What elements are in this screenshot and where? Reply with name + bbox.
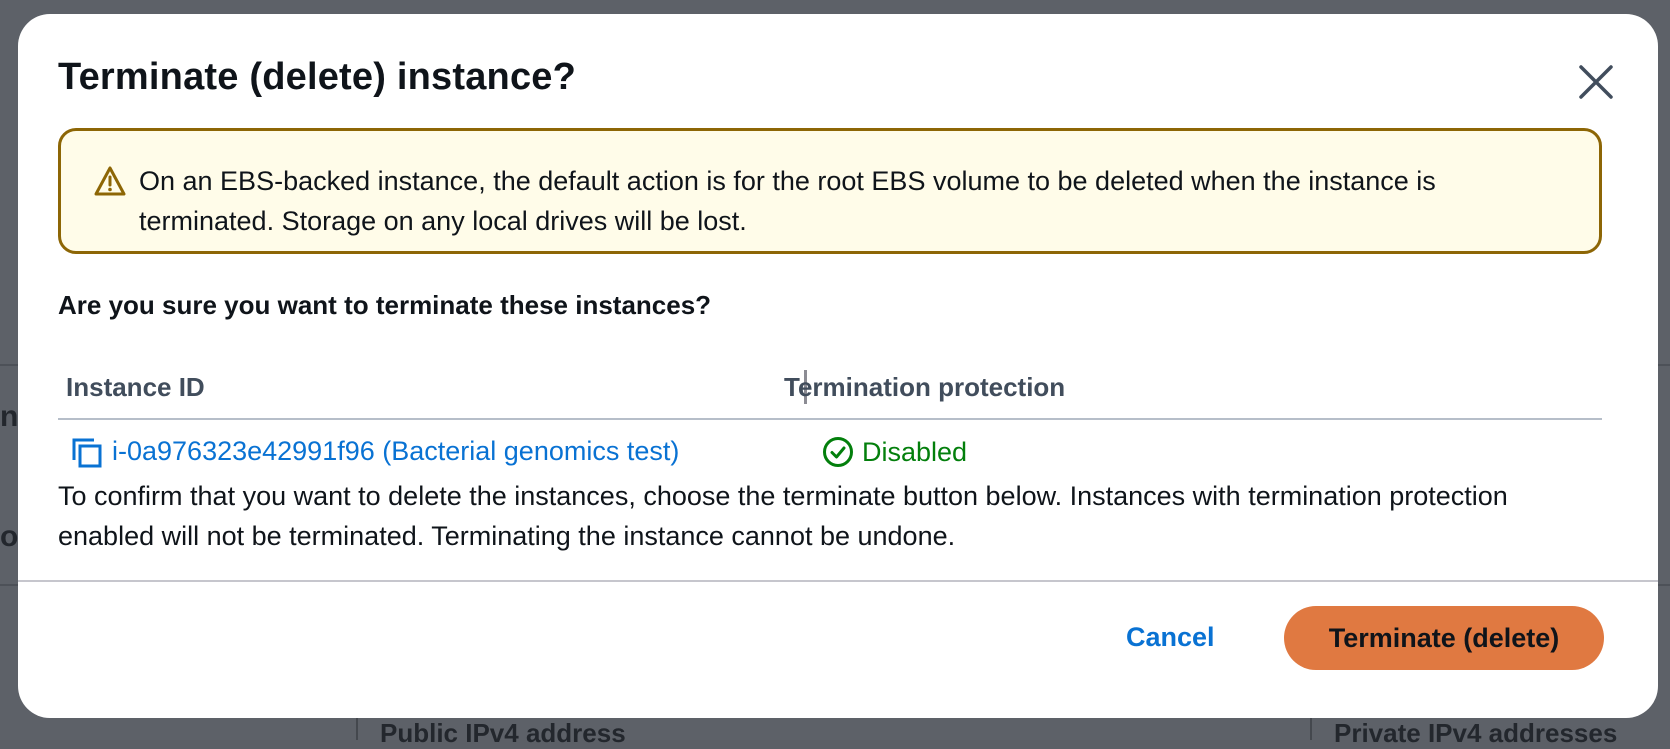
background-text-fragment: n [0,400,19,433]
table-row: i-0a976323e42991f96 (Bacterial genomics … [58,420,1602,480]
status-text: Disabled [862,436,968,467]
warning-icon [94,166,126,196]
warning-text: On an EBS-backed instance, the default a… [139,166,1436,236]
column-header-instance-id: Instance ID [66,372,205,402]
warning-alert: On an EBS-backed instance, the default a… [58,128,1602,254]
copy-icon[interactable] [70,436,104,470]
termination-protection-status: Disabled [822,436,967,468]
confirm-instructions: To confirm that you want to delete the i… [58,481,1508,551]
close-icon [1579,65,1613,99]
check-circle-icon [823,437,853,467]
cancel-button[interactable]: Cancel [1126,622,1215,653]
background-label-private-ipv4: Private IPv4 addresses [1334,718,1618,748]
background-label-public-ipv4: Public IPv4 address [380,718,626,748]
confirm-question: Are you sure you want to terminate these… [58,290,712,320]
footer-divider [18,580,1658,582]
terminate-instance-dialog: Terminate (delete) instance? On an EBS-b… [18,14,1658,718]
dialog-title: Terminate (delete) instance? [58,56,577,98]
close-button[interactable] [1572,58,1620,106]
instance-id-link[interactable]: i-0a976323e42991f96 (Bacterial genomics … [112,436,679,467]
background-text-fragment: o [0,520,19,553]
terminate-button[interactable]: Terminate (delete) [1284,606,1604,670]
column-header-termination-protection: Termination protection [784,372,1066,402]
